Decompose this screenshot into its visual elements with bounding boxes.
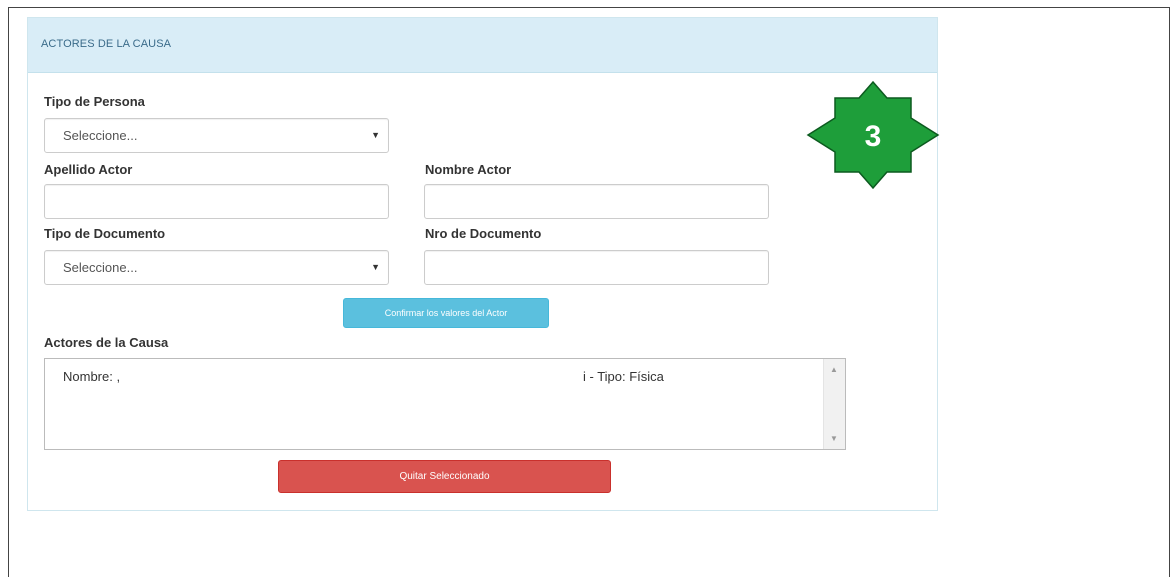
caret-down-icon: ▼ [371,262,380,272]
nro-documento-input[interactable] [424,250,769,285]
apellido-label: Apellido Actor [44,162,133,177]
panel-title: ACTORES DE LA CAUSA [41,38,172,50]
apellido-input[interactable] [44,184,389,219]
caret-down-icon: ▼ [371,130,380,140]
tipo-persona-select[interactable]: Seleccione... ▼ [44,118,389,153]
tipo-persona-label: Tipo de Persona [44,94,145,109]
confirm-actor-button[interactable]: Confirmar los valores del Actor [343,298,549,328]
scroll-down-arrow-icon[interactable]: ▼ [830,434,838,443]
tipo-persona-selected: Seleccione... [63,128,138,143]
nro-documento-label: Nro de Documento [425,226,542,241]
list-item-name: Nombre: , [63,369,121,384]
step-number: 3 [865,120,882,153]
nombre-label: Nombre Actor [425,162,512,177]
actores-list-label: Actores de la Causa [44,335,169,350]
step-3-star-badge: 3 [806,80,940,190]
listbox-scrollbar[interactable]: ▲ ▼ [823,359,845,449]
nombre-input[interactable] [424,184,769,219]
scroll-up-arrow-icon[interactable]: ▲ [830,365,838,374]
tipo-documento-select[interactable]: Seleccione... ▼ [44,250,389,285]
list-item-type: i - Tipo: Física [583,369,664,384]
tipo-documento-selected: Seleccione... [63,260,138,275]
actores-listbox[interactable]: Nombre: , i - Tipo: Física ▲ ▼ [44,358,846,450]
panel-heading: ACTORES DE LA CAUSA [28,18,937,73]
remove-selected-button[interactable]: Quitar Seleccionado [278,460,611,493]
tipo-documento-label: Tipo de Documento [44,226,166,241]
